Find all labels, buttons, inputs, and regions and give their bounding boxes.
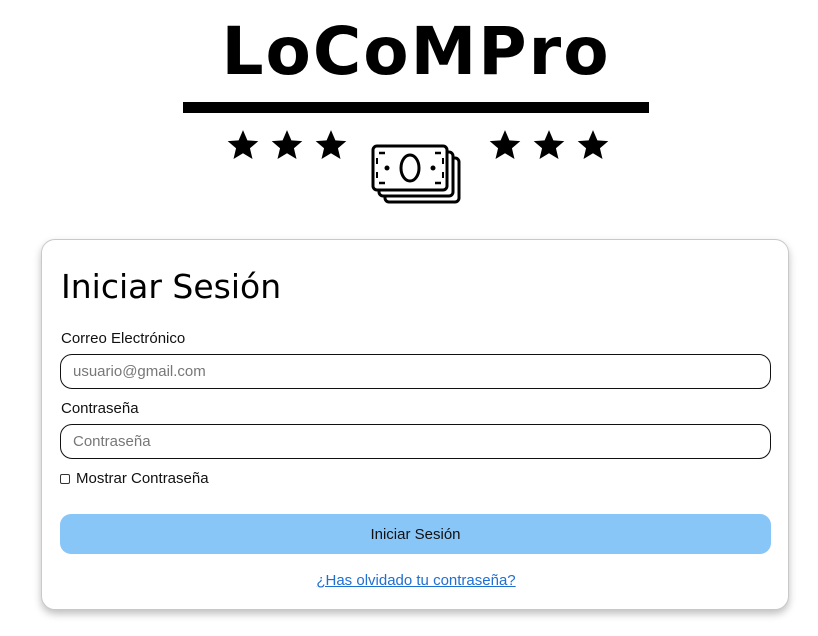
password-field[interactable]: [60, 424, 771, 459]
star-icon: [315, 130, 347, 160]
stars-left: [226, 128, 348, 162]
logo-underline-bar: [183, 102, 649, 113]
email-label: Correo Electrónico: [61, 330, 186, 347]
show-password-checkbox[interactable]: [60, 473, 70, 484]
star-icon: [489, 130, 521, 160]
forgot-password-container: ¿Has olvidado tu contraseña?: [42, 571, 790, 591]
logo-title: LoCoMPro: [221, 13, 611, 90]
star-icon: [271, 130, 303, 160]
login-title: Iniciar Sesión: [61, 267, 282, 306]
site-header: LoCoMPro: [0, 0, 818, 230]
show-password-toggle[interactable]: Mostrar Contraseña: [60, 470, 209, 487]
money-stack-icon: [371, 144, 461, 204]
star-icon: [227, 130, 259, 160]
login-submit-button[interactable]: Iniciar Sesión: [60, 514, 771, 554]
star-icon: [533, 130, 565, 160]
email-field[interactable]: [60, 354, 771, 389]
forgot-password-link[interactable]: ¿Has olvidado tu contraseña?: [316, 572, 515, 589]
password-label: Contraseña: [61, 400, 139, 417]
stars-right: [488, 128, 610, 162]
login-card: Iniciar Sesión Correo Electrónico Contra…: [41, 239, 789, 610]
star-icon: [577, 130, 609, 160]
show-password-label: Mostrar Contraseña: [76, 470, 209, 487]
